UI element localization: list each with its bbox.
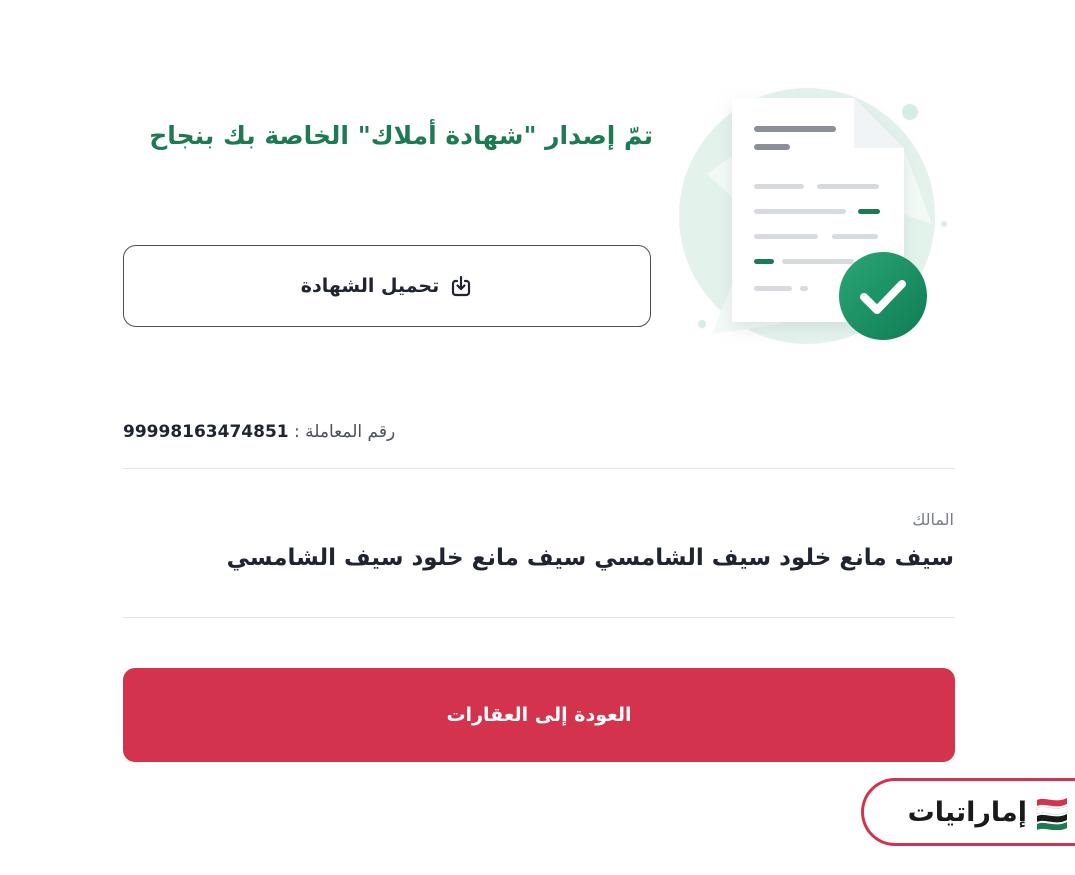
brand-name: إماراتيات xyxy=(907,796,1027,828)
divider xyxy=(123,617,955,618)
transaction-number: 99998163474851 xyxy=(123,422,289,442)
owner-name: سيف مانع خلود سيف الشامسي سيف مانع خلود … xyxy=(226,545,954,571)
uae-flag-icon xyxy=(1035,794,1069,830)
check-badge-icon xyxy=(839,252,927,340)
transaction-label: رقم المعاملة : xyxy=(294,422,396,442)
back-to-properties-button[interactable]: العودة إلى العقارات xyxy=(123,668,955,762)
certificate-illustration xyxy=(672,84,960,374)
download-icon xyxy=(449,274,473,298)
document-check-illustration xyxy=(679,88,947,344)
back-button-label: العودة إلى العقارات xyxy=(446,704,632,726)
download-button-label: تحميل الشهادة xyxy=(300,275,440,297)
certificate-success-page: تمّ إصدار "شهادة أملاك" الخاصة بك بنجاح … xyxy=(0,0,1075,875)
brand-badge: إماراتيات xyxy=(861,778,1075,846)
download-certificate-button[interactable]: تحميل الشهادة xyxy=(123,245,651,327)
transaction-info: رقم المعاملة : 99998163474851 xyxy=(123,422,955,450)
success-title: تمّ إصدار "شهادة أملاك" الخاصة بك بنجاح xyxy=(149,121,653,150)
divider xyxy=(123,468,955,469)
owner-label: المالك xyxy=(912,510,954,529)
